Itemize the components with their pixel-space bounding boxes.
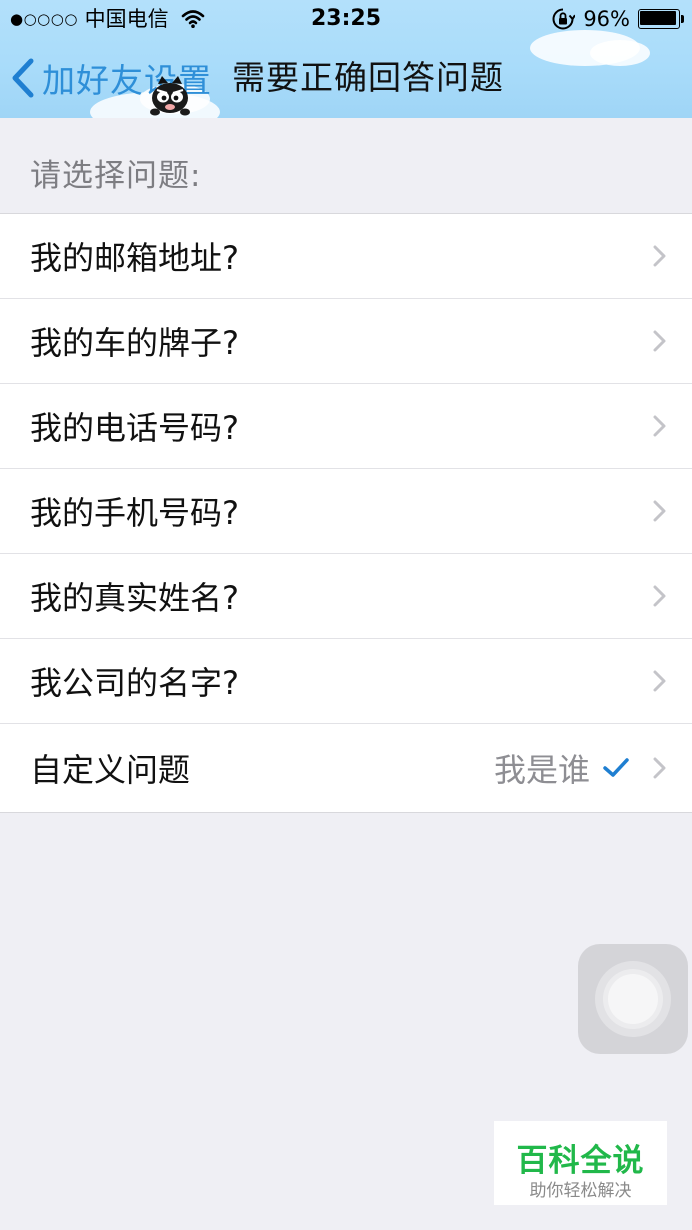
custom-question-value: 我是谁 — [493, 751, 590, 789]
assistive-touch-ring — [608, 974, 658, 1024]
chevron-right-icon — [653, 500, 666, 522]
question-row-company-name[interactable]: 我公司的名字? — [0, 638, 692, 723]
checkmark-icon — [603, 758, 629, 777]
question-row-real-name[interactable]: 我的真实姓名? — [0, 553, 692, 638]
watermark-title: 百科全说 — [516, 1143, 645, 1179]
question-row-phone-number[interactable]: 我的电话号码? — [0, 383, 692, 468]
chevron-right-icon — [653, 330, 666, 352]
rotation-lock-icon — [552, 8, 576, 30]
chevron-right-icon — [653, 585, 666, 607]
question-row-email[interactable]: 我的邮箱地址? — [0, 214, 692, 298]
navigation-bar: 加好友设置 需要正确回答问题 — [0, 38, 692, 118]
question-label: 我的手机号码? — [30, 494, 239, 532]
question-label: 我的电话号码? — [30, 409, 239, 447]
assistive-touch-button[interactable] — [578, 944, 688, 1054]
battery-icon — [638, 9, 684, 29]
chevron-right-icon — [653, 415, 666, 437]
question-row-car-brand[interactable]: 我的车的牌子? — [0, 298, 692, 383]
chevron-left-icon — [12, 58, 34, 98]
question-label: 我的真实姓名? — [30, 579, 239, 617]
question-row-custom[interactable]: 自定义问题 我是谁 — [0, 723, 692, 812]
page-title: 需要正确回答问题 — [232, 58, 504, 97]
question-label: 我的邮箱地址? — [30, 239, 239, 277]
chevron-right-icon — [653, 757, 666, 779]
section-header: 请选择问题: — [30, 158, 202, 194]
question-label: 我的车的牌子? — [30, 324, 239, 362]
question-row-mobile-number[interactable]: 我的手机号码? — [0, 468, 692, 553]
question-label: 自定义问题 — [30, 751, 191, 789]
battery-level-fill — [640, 11, 676, 25]
battery-percent: 96% — [583, 7, 630, 31]
watermark-subtitle: 助你轻松解决 — [529, 1181, 632, 1201]
status-right: 96% — [551, 5, 684, 33]
top-bar: ●○○○○ 中国电信 23:25 96% 加好友设置 需要正确回答问题 — [0, 0, 692, 118]
mascot-icon — [150, 76, 190, 116]
question-label: 我公司的名字? — [30, 664, 239, 702]
chevron-right-icon — [653, 245, 666, 267]
watermark: 百科全说 助你轻松解决 — [494, 1121, 667, 1205]
status-bar: ●○○○○ 中国电信 23:25 96% — [0, 0, 692, 38]
chevron-right-icon — [653, 670, 666, 692]
question-list: 我的邮箱地址? 我的车的牌子? 我的电话号码? 我的手机号码? 我的真实姓名? … — [0, 213, 692, 813]
